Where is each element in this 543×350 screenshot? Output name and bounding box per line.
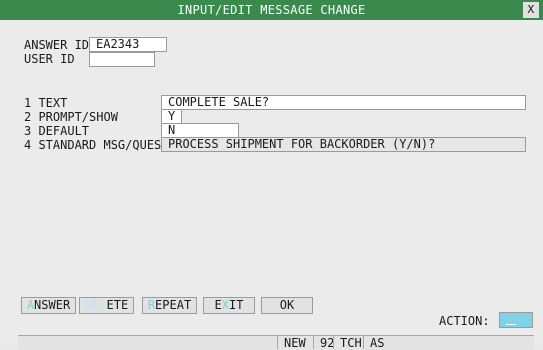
title-bar: INPUT/EDIT MESSAGE CHANGE X — [0, 0, 543, 20]
delete-button-label: ETE — [106, 298, 129, 312]
prompt-show-field[interactable]: Y — [161, 109, 182, 124]
answer-button[interactable]: ANSWER — [21, 297, 76, 314]
close-button[interactable]: X — [523, 2, 539, 18]
user-id-label: USER ID — [24, 52, 75, 66]
prompt-show-label: 2 PROMPT/SHOW — [24, 110, 118, 124]
exit-button[interactable]: EXIT — [203, 297, 255, 314]
delete-hotkey: DEL — [84, 298, 107, 312]
standard-msg-field: PROCESS SHIPMENT FOR BACKORDER (Y/N)? — [161, 137, 526, 152]
action-input[interactable] — [499, 312, 533, 328]
default-field[interactable]: N — [161, 123, 239, 138]
status-flag: AS — [363, 336, 390, 350]
user-id-field[interactable] — [89, 52, 155, 67]
delete-button[interactable]: DELETE — [79, 297, 134, 314]
text-field[interactable]: COMPLETE SALE? — [161, 95, 526, 110]
status-bar — [18, 335, 534, 350]
action-label: ACTION: — [439, 314, 490, 328]
message-change-window: INPUT/EDIT MESSAGE CHANGE X ANSWER ID EA… — [0, 0, 543, 350]
exit-prefix: E — [214, 298, 222, 312]
answer-id-label: ANSWER ID — [24, 38, 90, 52]
answer-button-label: NSWER — [34, 298, 71, 312]
answer-id-field[interactable]: EA2343 — [89, 37, 167, 52]
exit-button-label: IT — [229, 298, 244, 312]
exit-hotkey: X — [221, 298, 229, 312]
repeat-button-label: EPEAT — [155, 298, 192, 312]
repeat-hotkey: R — [147, 298, 156, 312]
repeat-button[interactable]: REPEAT — [142, 297, 197, 314]
window-title: INPUT/EDIT MESSAGE CHANGE — [177, 3, 366, 17]
ok-button[interactable]: OK — [261, 297, 313, 314]
default-label: 3 DEFAULT — [24, 124, 90, 138]
status-mode: NEW — [277, 336, 312, 350]
answer-hotkey: A — [26, 298, 35, 312]
standard-msg-label: 4 STANDARD MSG/QUES — [24, 138, 162, 152]
text-cursor — [506, 324, 516, 325]
text-label: 1 TEXT — [24, 96, 68, 110]
